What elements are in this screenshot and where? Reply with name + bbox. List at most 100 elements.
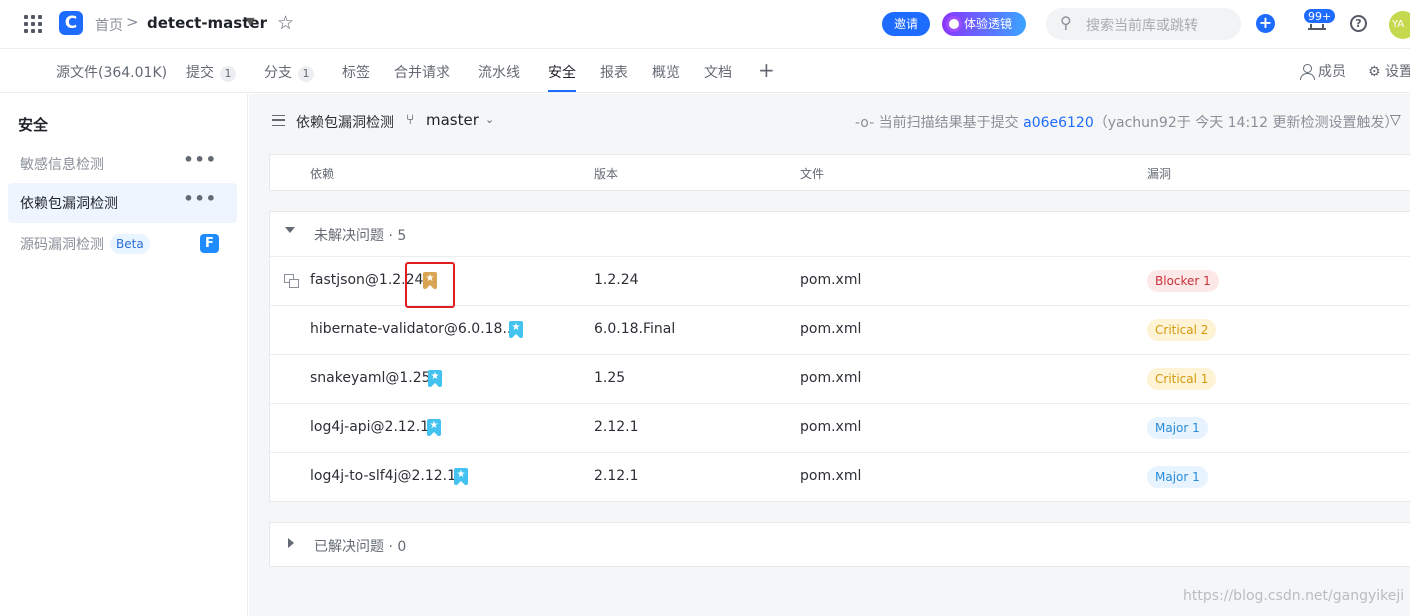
dependency-name: log4j-to-slf4j@2.12.1 (310, 468, 456, 484)
bookmark-icon[interactable]: ★ (454, 468, 468, 485)
tab-pipelines[interactable]: 流水线 (478, 62, 520, 82)
copy-icon[interactable] (284, 274, 299, 288)
more-icon[interactable]: ••• (183, 150, 217, 169)
bookmark-icon[interactable]: ★ (427, 419, 441, 436)
main-content: 依赖包漏洞检测 ⑂ master ⌄ -o- 当前扫描结果基于提交 a06e61… (249, 94, 1410, 616)
sidebar-item-label: 依赖包漏洞检测 (20, 196, 118, 212)
dependency-version: 2.12.1 (594, 419, 639, 435)
search-icon: ⚲ (1060, 13, 1072, 32)
unresolved-group-header[interactable]: 未解决问题 · 5 (270, 212, 1410, 257)
caret-right-icon[interactable] (288, 538, 294, 548)
more-icon[interactable]: ••• (183, 189, 217, 208)
unresolved-label: 未解决问题 · 5 (314, 228, 407, 244)
tab-source[interactable]: 源文件(364.01K) (56, 62, 167, 82)
tab-reports[interactable]: 报表 (600, 62, 628, 82)
dependency-name: snakeyaml@1.25 (310, 370, 431, 386)
tab-tags[interactable]: 标签 (342, 62, 370, 82)
menu-icon[interactable] (272, 115, 285, 126)
caret-down-icon[interactable] (285, 227, 295, 233)
breadcrumb-home[interactable]: 首页 (95, 15, 123, 35)
settings-link[interactable]: ⚙ 设置 (1368, 61, 1410, 81)
scanner-app-icon[interactable]: F (200, 234, 219, 253)
dependency-file: pom.xml (800, 468, 862, 484)
resolved-group[interactable]: 已解决问题 · 0 (269, 522, 1410, 567)
column-header-version: 版本 (594, 167, 619, 181)
severity-badge: Major 1 (1147, 417, 1208, 439)
severity-badge: Blocker 1 (1147, 270, 1219, 292)
filter-icon[interactable]: ▽ (1390, 112, 1401, 128)
create-button[interactable]: + (1256, 14, 1275, 33)
top-bar: C 首页 > detect-master ▼ ☆ 邀请 体验透镜 ⚲ 搜索当前库… (0, 0, 1410, 49)
add-tab-icon[interactable]: + (758, 58, 775, 82)
dependency-name: hibernate-validator@6.0.18... (310, 321, 516, 337)
column-header-vulnerability: 漏洞 (1147, 167, 1172, 181)
search-input[interactable]: ⚲ 搜索当前库或跳转 (1046, 8, 1241, 40)
table-row[interactable]: log4j-to-slf4j@2.12.1 ★ 2.12.1 pom.xml M… (270, 453, 1410, 502)
chevron-down-icon[interactable]: ▼ (246, 15, 254, 28)
commit-link[interactable]: a06e6120 (1023, 115, 1094, 131)
sidebar-title: 安全 (18, 116, 49, 134)
table-row[interactable]: hibernate-validator@6.0.18... ★ 6.0.18.F… (270, 306, 1410, 355)
resolved-label: 已解决问题 · 0 (314, 539, 407, 555)
sidebar-item-label: 敏感信息检测 (20, 157, 104, 173)
content-header: 依赖包漏洞检测 ⑂ master ⌄ -o- 当前扫描结果基于提交 a06e61… (249, 94, 1410, 148)
active-tab-indicator (548, 90, 576, 92)
dependency-version: 1.25 (594, 370, 626, 386)
logo-icon[interactable]: C (59, 11, 83, 35)
tab-overview[interactable]: 概览 (652, 62, 680, 82)
page-title: 依赖包漏洞检测 (296, 115, 394, 131)
commit-count-badge: 1 (220, 66, 236, 82)
tab-security[interactable]: 安全 (548, 62, 576, 82)
column-header-file: 文件 (800, 167, 825, 181)
dependency-version: 6.0.18.Final (594, 321, 676, 337)
chevron-down-icon[interactable]: ⌄ (485, 113, 494, 126)
dependency-file: pom.xml (800, 419, 862, 435)
bookmark-icon[interactable]: ★ (509, 321, 523, 338)
user-icon (1300, 64, 1315, 80)
sidebar-item-label: 源码漏洞检测 Beta (20, 234, 150, 254)
unresolved-group: 未解决问题 · 5 fastjson@1.2.24 ★ 1.2.24 pom.x… (269, 211, 1410, 502)
table-header: 依赖 版本 文件 漏洞 (269, 154, 1410, 191)
sidebar-item-source-scan[interactable]: 源码漏洞检测 Beta F (8, 224, 237, 264)
breadcrumb-separator: > (126, 13, 139, 31)
dependency-version: 1.2.24 (594, 272, 639, 288)
dependency-file: pom.xml (800, 321, 862, 337)
dependency-name: log4j-api@2.12.1 (310, 419, 430, 435)
tab-merge-requests[interactable]: 合并请求 (394, 62, 450, 82)
invite-button[interactable]: 邀请 (882, 12, 930, 36)
gear-icon: ⚙ (1368, 64, 1381, 80)
members-link[interactable]: 成员 (1300, 61, 1346, 81)
dependency-file: pom.xml (800, 272, 862, 288)
scan-info: -o- 当前扫描结果基于提交 a06e6120（yachun92于 今天 14:… (855, 115, 1399, 131)
security-sidebar: 安全 敏感信息检测 ••• 依赖包漏洞检测 ••• 源码漏洞检测 Beta F (0, 94, 248, 616)
commit-icon: -o- (855, 115, 875, 131)
dependency-file: pom.xml (800, 370, 862, 386)
sidebar-item-sensitive-info[interactable]: 敏感信息检测 ••• (8, 144, 237, 184)
branch-count-badge: 1 (298, 66, 314, 82)
column-header-dependency: 依赖 (310, 167, 335, 181)
severity-badge: Major 1 (1147, 466, 1208, 488)
highlight-box (405, 262, 455, 308)
search-placeholder: 搜索当前库或跳转 (1086, 18, 1198, 34)
help-icon[interactable]: ? (1350, 15, 1367, 32)
severity-badge: Critical 1 (1147, 368, 1217, 390)
branch-icon: ⑂ (406, 112, 415, 128)
lens-button[interactable]: 体验透镜 (942, 12, 1026, 36)
repo-tabs: 源文件(364.01K) 提交 1 分支 1 标签 合并请求 流水线 安全 报表 概… (0, 50, 1410, 93)
tab-branches[interactable]: 分支 1 (264, 62, 314, 82)
branch-selector[interactable]: master (426, 111, 479, 129)
table-row[interactable]: fastjson@1.2.24 ★ 1.2.24 pom.xml Blocker… (270, 257, 1410, 308)
sidebar-item-dependency-scan[interactable]: 依赖包漏洞检测 ••• (8, 183, 237, 223)
notification-badge: 99+ (1303, 8, 1337, 24)
avatar[interactable]: YA (1389, 11, 1410, 39)
severity-badge: Critical 2 (1147, 319, 1217, 341)
dependency-version: 2.12.1 (594, 468, 639, 484)
lens-icon (946, 16, 962, 32)
tab-commits[interactable]: 提交 1 (186, 62, 236, 82)
star-icon[interactable]: ☆ (277, 12, 294, 34)
tab-docs[interactable]: 文档 (704, 62, 732, 82)
table-row[interactable]: log4j-api@2.12.1 ★ 2.12.1 pom.xml Major … (270, 404, 1410, 453)
table-row[interactable]: snakeyaml@1.25 ★ 1.25 pom.xml Critical 1 (270, 355, 1410, 404)
app-grid-icon[interactable] (24, 15, 42, 33)
bookmark-icon[interactable]: ★ (428, 370, 442, 387)
